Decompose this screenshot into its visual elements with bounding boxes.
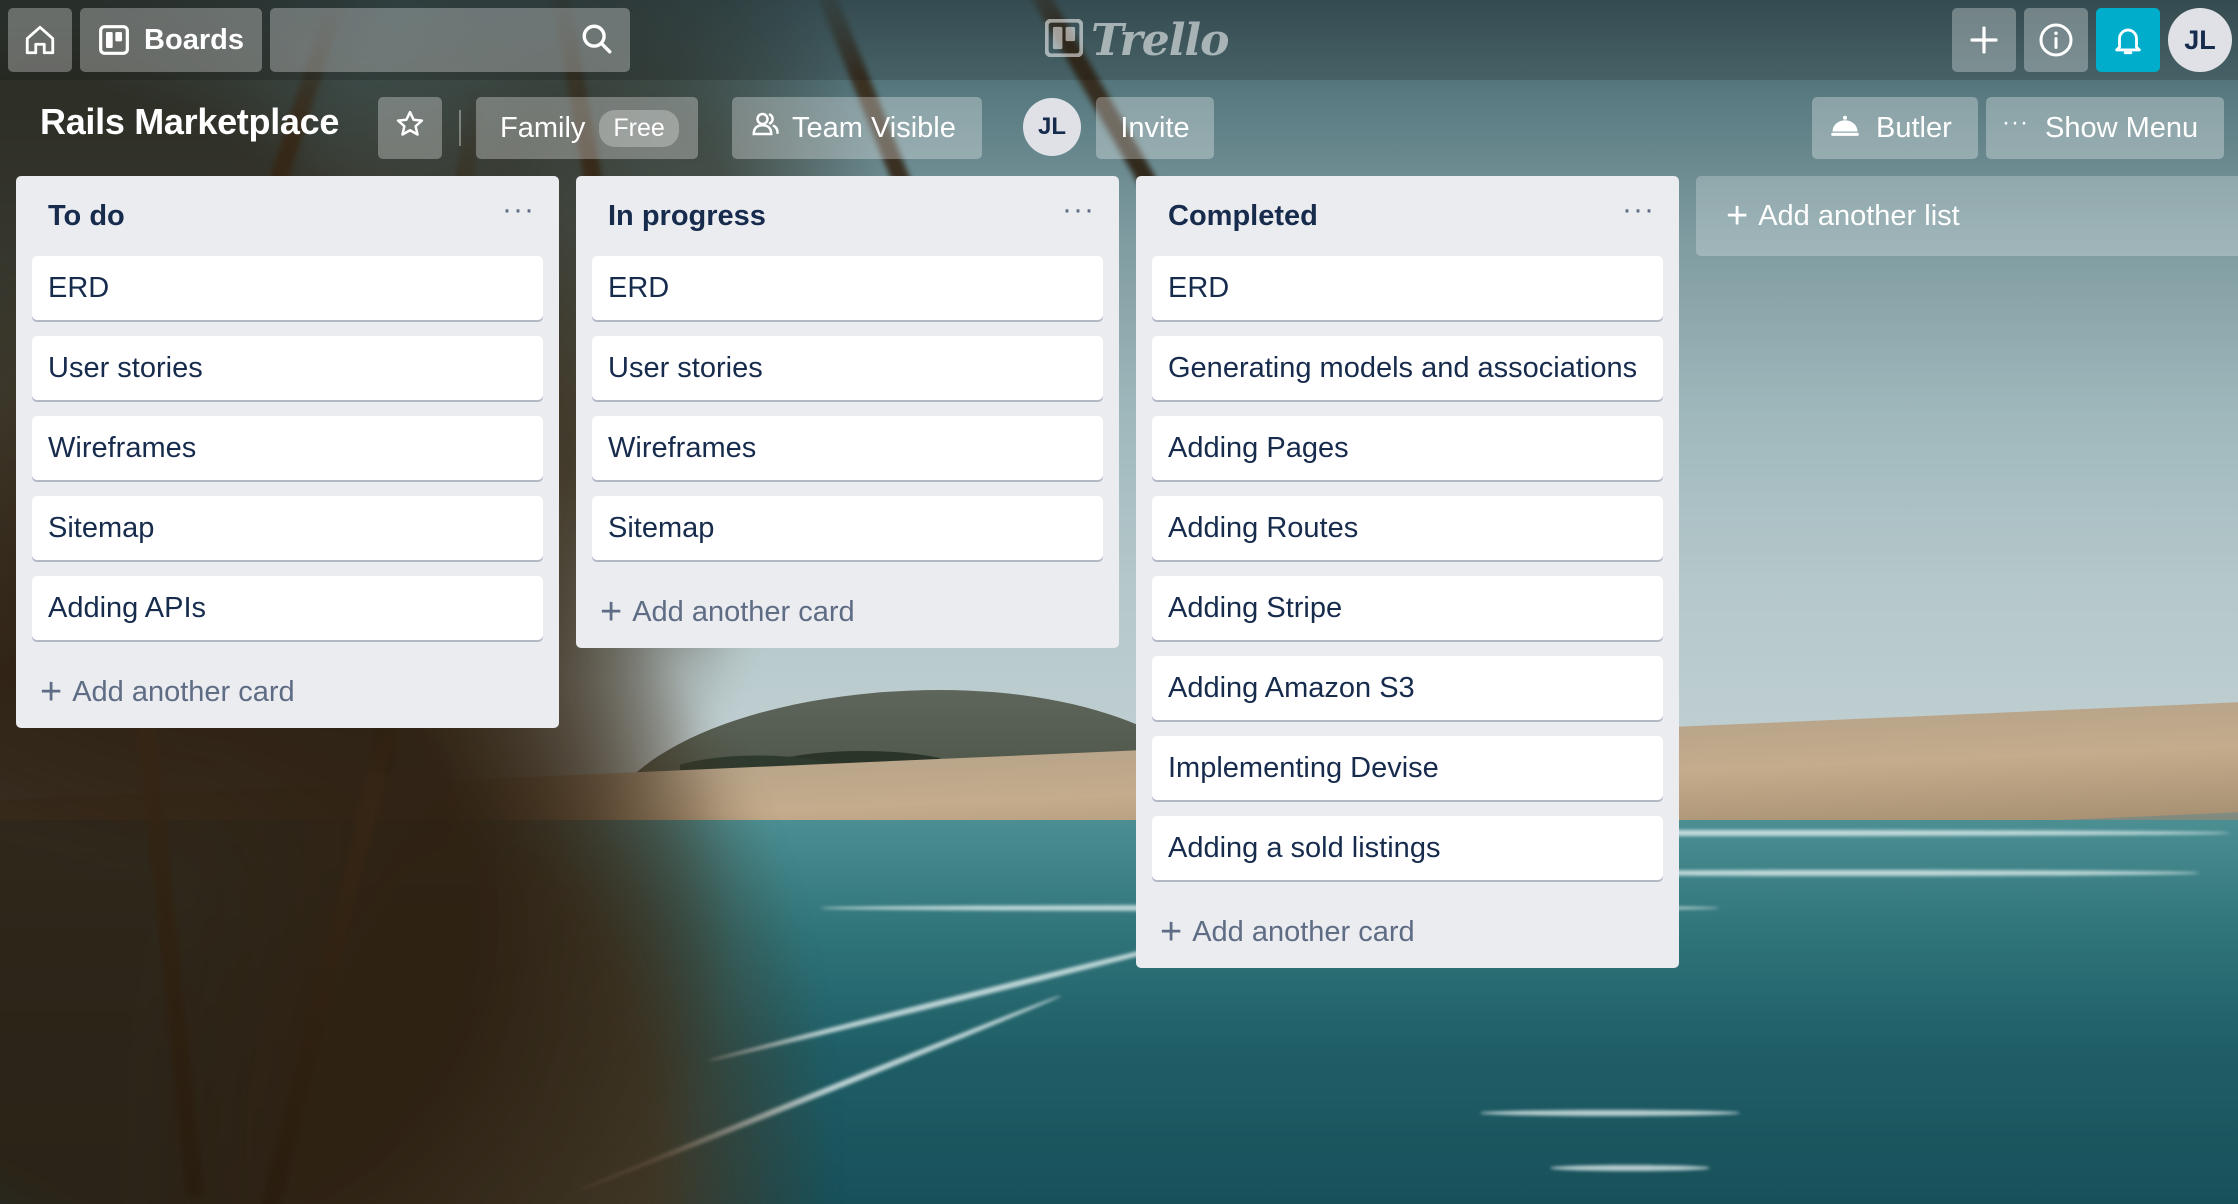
list-to-do: To do ··· ERD User stories Wireframes Si… (16, 176, 559, 728)
card[interactable]: User stories (32, 336, 543, 400)
show-menu-button[interactable]: ··· Show Menu (1986, 97, 2224, 159)
add-card-button[interactable]: + Add another card (16, 656, 559, 728)
plus-icon (1968, 24, 2000, 56)
list-header: In progress ··· (576, 176, 1119, 256)
list-title[interactable]: To do (48, 200, 125, 233)
team-label: Family (500, 111, 586, 144)
top-header: Boards Trello JL (0, 0, 2238, 80)
board-icon (98, 24, 130, 56)
plus-icon: + (40, 671, 63, 713)
card-list: ERD User stories Wireframes Sitemap (576, 256, 1119, 560)
add-card-button[interactable]: + Add another card (1136, 896, 1679, 968)
invite-label: Invite (1120, 111, 1190, 144)
card[interactable]: Sitemap (32, 496, 543, 560)
add-list-button[interactable]: + Add another list (1696, 176, 2238, 256)
list-completed: Completed ··· ERD Generating models and … (1136, 176, 1679, 968)
user-avatar[interactable]: JL (2168, 8, 2232, 72)
card[interactable]: Adding Stripe (1152, 576, 1663, 640)
card[interactable]: Implementing Devise (1152, 736, 1663, 800)
background-wave (1550, 1165, 1710, 1171)
card[interactable]: Sitemap (592, 496, 1103, 560)
add-card-label: Add another card (1192, 915, 1415, 948)
list-menu-icon[interactable]: ··· (1062, 195, 1095, 237)
search-input[interactable] (270, 8, 630, 72)
card[interactable]: Wireframes (592, 416, 1103, 480)
plus-icon: + (1726, 195, 1749, 237)
visibility-label: Team Visible (792, 111, 956, 144)
info-button[interactable] (2024, 8, 2088, 72)
card-list: ERD User stories Wireframes Sitemap Addi… (16, 256, 559, 640)
card[interactable]: Adding Pages (1152, 416, 1663, 480)
boards-button[interactable]: Boards (80, 8, 262, 72)
list-header: To do ··· (16, 176, 559, 256)
add-card-button[interactable]: + Add another card (576, 576, 1119, 648)
logo-icon (1044, 18, 1084, 62)
home-button[interactable] (8, 8, 72, 72)
team-button[interactable]: Family Free (476, 97, 698, 159)
list-menu-icon[interactable]: ··· (502, 195, 535, 237)
add-card-label: Add another card (72, 675, 295, 708)
list-menu-icon[interactable]: ··· (1622, 195, 1655, 237)
invite-button[interactable]: Invite (1096, 97, 1214, 159)
card[interactable]: Adding Amazon S3 (1152, 656, 1663, 720)
add-list-label: Add another list (1758, 199, 1960, 232)
board-member-initials: JL (1037, 113, 1066, 140)
trello-logo[interactable]: Trello (1044, 14, 1229, 66)
butler-icon (1830, 109, 1860, 147)
team-visible-icon (750, 109, 780, 147)
list-header: Completed ··· (1136, 176, 1679, 256)
plus-icon: + (1160, 911, 1183, 953)
info-icon (2038, 22, 2074, 58)
notifications-button[interactable] (2096, 8, 2160, 72)
search-icon[interactable] (580, 22, 614, 61)
bell-icon (2111, 23, 2145, 57)
card[interactable]: ERD (32, 256, 543, 320)
card[interactable]: Adding APIs (32, 576, 543, 640)
plan-badge: Free (599, 109, 679, 147)
card[interactable]: Wireframes (32, 416, 543, 480)
list-title[interactable]: In progress (608, 200, 766, 233)
more-icon: ··· (2002, 109, 2029, 136)
logo-text: Trello (1091, 14, 1229, 66)
show-menu-label: Show Menu (2044, 111, 2199, 144)
star-board-button[interactable] (378, 97, 442, 159)
visibility-button[interactable]: Team Visible (732, 97, 982, 159)
add-card-label: Add another card (632, 595, 855, 628)
card-list: ERD Generating models and associations A… (1136, 256, 1679, 880)
list-title[interactable]: Completed (1168, 200, 1318, 233)
card[interactable]: User stories (592, 336, 1103, 400)
header-divider (459, 110, 461, 146)
user-initials: JL (2184, 24, 2216, 55)
butler-button[interactable]: Butler (1812, 97, 1978, 159)
background-wave (1480, 1110, 1740, 1116)
board-title[interactable]: Rails Marketplace (40, 101, 339, 143)
card[interactable]: ERD (1152, 256, 1663, 320)
butler-label: Butler (1876, 111, 1952, 144)
home-icon (23, 23, 57, 57)
card[interactable]: ERD (592, 256, 1103, 320)
create-button[interactable] (1952, 8, 2016, 72)
boards-label: Boards (144, 23, 244, 56)
plus-icon: + (600, 591, 623, 633)
card[interactable]: Adding a sold listings (1152, 816, 1663, 880)
list-in-progress: In progress ··· ERD User stories Wirefra… (576, 176, 1119, 648)
card[interactable]: Generating models and associations (1152, 336, 1663, 400)
star-icon (395, 109, 425, 147)
card[interactable]: Adding Routes (1152, 496, 1663, 560)
board-member-avatar[interactable]: JL (1023, 98, 1081, 156)
